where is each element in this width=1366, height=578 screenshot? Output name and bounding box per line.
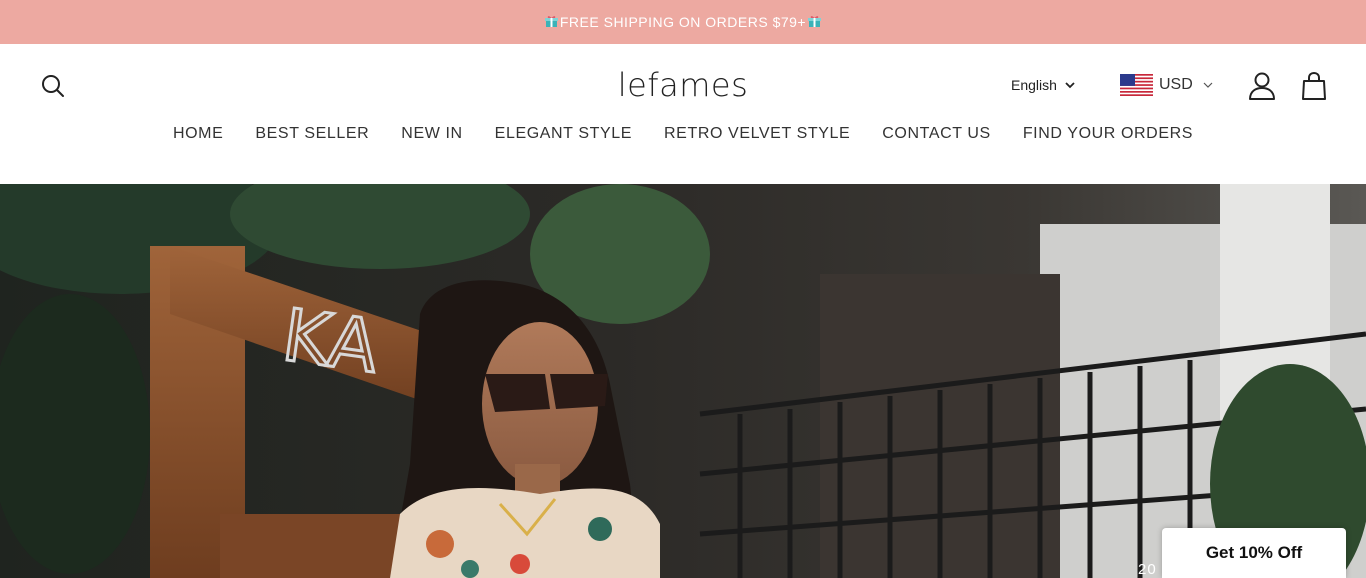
main-nav: HOME BEST SELLER NEW IN ELEGANT STYLE RE…: [0, 125, 1366, 143]
chevron-down-icon: [1203, 82, 1213, 88]
account-icon: [1249, 72, 1275, 100]
nav-find-your-orders[interactable]: FIND YOUR ORDERS: [1023, 125, 1193, 143]
currency-selector[interactable]: USD: [1120, 74, 1213, 96]
gift-icon: [544, 15, 558, 27]
cart-button[interactable]: [1301, 71, 1327, 101]
hero-image: KA: [0, 184, 1366, 578]
nav-new-in[interactable]: NEW IN: [401, 125, 462, 143]
nav-best-seller[interactable]: BEST SELLER: [255, 125, 369, 143]
cart-icon: [1302, 71, 1326, 100]
hero-banner[interactable]: KA 20: [0, 184, 1366, 578]
discount-popup-tab[interactable]: Get 10% Off: [1162, 528, 1346, 578]
gift-icon: [808, 15, 822, 27]
us-flag-icon: [1120, 74, 1153, 96]
language-label: English: [1011, 77, 1057, 93]
nav-home[interactable]: HOME: [173, 125, 223, 143]
hero-caption: 20: [1138, 561, 1157, 578]
nav-elegant-style[interactable]: ELEGANT STYLE: [495, 125, 632, 143]
nav-retro-velvet-style[interactable]: RETRO VELVET STYLE: [664, 125, 850, 143]
language-selector[interactable]: English: [1011, 77, 1075, 93]
announcement-text: FREE SHIPPING ON ORDERS $79+: [559, 14, 807, 30]
svg-text:KA: KA: [278, 293, 384, 389]
nav-contact-us[interactable]: CONTACT US: [882, 125, 991, 143]
site-header: lefames English USD HOME BEST SELLER NEW…: [0, 44, 1366, 184]
account-button[interactable]: [1248, 71, 1276, 101]
announcement-bar: FREE SHIPPING ON ORDERS $79+: [0, 0, 1366, 44]
currency-label: USD: [1159, 76, 1193, 93]
chevron-down-icon: [1065, 81, 1075, 88]
